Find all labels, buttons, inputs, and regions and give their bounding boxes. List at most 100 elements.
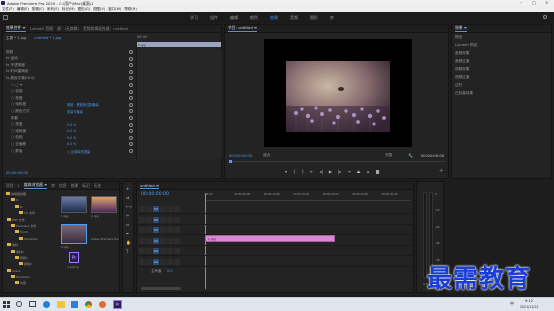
toggle-track-output-icon[interactable]	[146, 216, 152, 223]
lift-icon[interactable]: ⏏	[357, 169, 361, 174]
effect-property-value[interactable]: 0.0 %	[67, 123, 76, 127]
toggle-sync-lock-icon[interactable]	[139, 237, 145, 244]
track-label[interactable]: V3	[153, 206, 159, 212]
effect-property-row[interactable]: ○ 去偏移 0.0 %	[3, 141, 135, 147]
program-playhead[interactable]	[229, 160, 232, 163]
reset-icon[interactable]	[129, 142, 133, 147]
tab-history[interactable]: 历史	[94, 183, 102, 189]
lock-icon[interactable]	[160, 206, 166, 212]
lock-icon[interactable]	[160, 258, 166, 265]
program-fit-select[interactable]: 适合	[263, 153, 270, 158]
file-explorer-icon[interactable]	[57, 301, 65, 308]
mark-in-icon[interactable]: ▾	[285, 169, 287, 174]
eye-icon[interactable]	[167, 237, 173, 244]
effect-property-row[interactable]: fx 颜色平衡(HLS)	[3, 75, 135, 81]
effect-property-row[interactable]: ○ 蒙版 □ 反转填充渲染	[3, 148, 135, 154]
toggle-track-output-icon[interactable]	[146, 206, 152, 212]
toggle-sync-lock-icon[interactable]	[139, 227, 145, 233]
toggle-track-output-icon[interactable]	[146, 237, 152, 244]
program-scrub-bar[interactable]	[229, 160, 446, 165]
effect-property-row[interactable]: 视频	[3, 49, 135, 55]
thumb-1[interactable]	[61, 196, 87, 213]
toggle-sync-lock-icon[interactable]	[139, 206, 145, 212]
master-track-value[interactable]: 0.0	[167, 269, 172, 273]
extract-icon[interactable]: ⏶	[366, 169, 369, 174]
windows-start-icon[interactable]	[3, 301, 10, 308]
effects-item[interactable]: 音频过渡	[455, 59, 550, 67]
reset-icon[interactable]	[129, 149, 133, 153]
lock-icon[interactable]	[160, 237, 166, 244]
toggle-sync-lock-icon[interactable]	[139, 258, 145, 265]
workspace-audio[interactable]: 音频	[290, 15, 298, 21]
effect-property-row[interactable]: fx 时间重映射	[3, 69, 135, 75]
tab-markers[interactable]: 标记	[82, 183, 90, 189]
effect-property-row[interactable]: 阴影	[3, 115, 135, 121]
tab-program[interactable]: 节目: untitled ≡	[228, 25, 258, 32]
search-icon[interactable]	[543, 15, 547, 19]
effects-item[interactable]: 音频效果	[455, 51, 550, 59]
effect-property-row[interactable]: ○ 颜色方式 宏量与像素	[3, 108, 135, 114]
effect-property-row[interactable]: fx 不透明度	[3, 62, 135, 68]
premiere-project-icon[interactable]: Pr	[69, 252, 79, 263]
video-track[interactable]: V3	[137, 204, 415, 214]
menu-window[interactable]: 窗口(W)	[108, 7, 121, 12]
video-track[interactable]: V1	[137, 225, 415, 235]
reset-icon[interactable]	[129, 96, 133, 101]
tab-effects-short[interactable]: 效果	[71, 183, 79, 189]
step-back-icon[interactable]: ◂|	[319, 169, 322, 174]
store-icon[interactable]	[71, 301, 78, 308]
timeline-clip[interactable]: 1.jpg	[205, 235, 335, 242]
reset-icon[interactable]	[129, 135, 133, 140]
effects-item[interactable]: 已封装效果	[455, 91, 550, 99]
workspace-libraries[interactable]: 库	[330, 15, 334, 21]
go-to-in-icon[interactable]: ⇤	[310, 169, 313, 174]
razor-tool-icon[interactable]: ✂	[126, 213, 132, 218]
toggle-sync-lock-icon[interactable]	[139, 248, 145, 254]
reset-icon[interactable]	[129, 122, 133, 127]
track-label[interactable]: V2	[153, 216, 159, 223]
mark-in-button[interactable]: {	[293, 169, 296, 174]
tab-source[interactable]: 源：(无剪辑)	[57, 26, 79, 32]
reset-icon[interactable]	[129, 89, 133, 94]
ripple-edit-tool-icon[interactable]: ⟷	[126, 204, 132, 209]
go-to-out-icon[interactable]: ⇥	[347, 169, 350, 174]
program-add-button[interactable]: +	[439, 168, 443, 174]
effects-item[interactable]: 视频效果	[455, 67, 550, 75]
type-tool-icon[interactable]: T	[126, 249, 132, 254]
tab-audio-mixer[interactable]: 音频剪辑混合器：untitled	[83, 26, 128, 32]
menu-sequence[interactable]: 序列(S)	[47, 7, 59, 12]
effect-property-value[interactable]: 单值：黑颜色控制像素	[67, 102, 99, 107]
track-label[interactable]: A2	[153, 248, 159, 254]
menu-help[interactable]: 帮助(H)	[124, 7, 136, 12]
effect-property-value[interactable]: 宏量与像素	[67, 109, 83, 114]
search-taskbar-icon[interactable]	[16, 301, 22, 307]
toggle-track-output-icon[interactable]	[146, 258, 152, 265]
chrome-icon[interactable]	[85, 301, 92, 308]
effect-property-row[interactable]: ○ 饱和度 单值：黑颜色控制像素	[3, 102, 135, 108]
video-track[interactable]: V2	[137, 215, 415, 225]
mute-icon[interactable]	[174, 227, 180, 233]
minimize-button[interactable]: –	[520, 0, 522, 5]
effect-property-row[interactable]: ○ 色相 0.0 %	[3, 135, 135, 141]
close-button[interactable]: ×	[545, 0, 548, 5]
audio-track[interactable]: A3	[137, 257, 415, 267]
mute-icon[interactable]	[174, 248, 180, 254]
tab-effect-controls[interactable]: 效果控件 ≡	[6, 25, 26, 32]
reset-icon[interactable]	[129, 83, 133, 87]
lock-icon[interactable]	[160, 216, 166, 223]
timeline-timecode[interactable]: 00:00:00:00	[141, 192, 169, 197]
track-select-tool-icon[interactable]: ⇉	[126, 195, 132, 200]
effects-item[interactable]: Lumetri 预设	[455, 43, 550, 51]
thumb-3[interactable]	[61, 224, 87, 244]
reset-icon[interactable]	[129, 63, 133, 68]
program-timecode-left[interactable]: 00:00:00:00	[229, 153, 252, 158]
mute-icon[interactable]	[174, 258, 180, 265]
workspace-color[interactable]: 颜色	[250, 15, 258, 21]
eye-icon[interactable]	[167, 248, 173, 254]
menu-view[interactable]: 视图(V)	[93, 7, 105, 12]
tab-effects[interactable]: 效果 ≡	[455, 25, 467, 32]
effects-item[interactable]: 预设	[455, 35, 550, 43]
hand-tool-icon[interactable]: ✋	[126, 240, 132, 245]
tab-libraries[interactable]: 库	[51, 183, 55, 189]
tab-info[interactable]: 信息	[59, 183, 67, 189]
